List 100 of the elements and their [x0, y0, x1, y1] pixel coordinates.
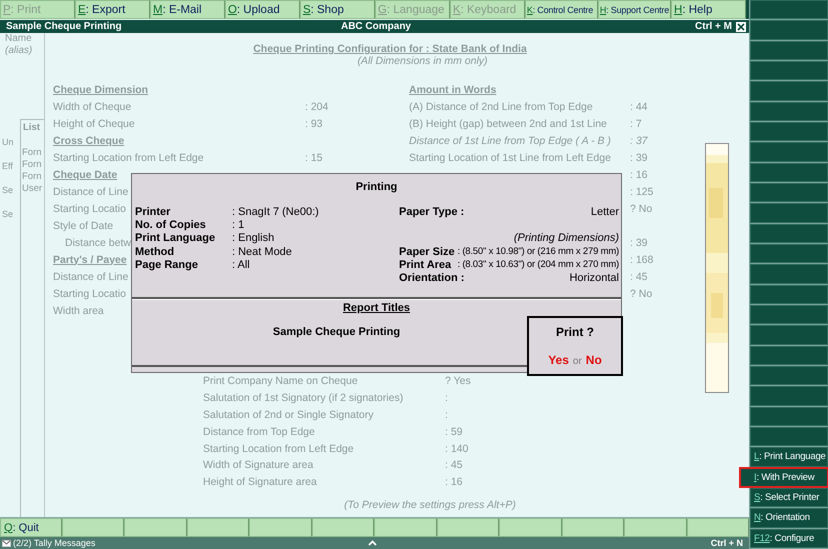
section-heading: Cross Cheque [53, 134, 124, 146]
list-item: Forn [21, 147, 42, 159]
toolbar-button[interactable]: H: Help [671, 0, 746, 19]
blank-key [62, 518, 124, 537]
shortcut-label: Ctrl + N [710, 538, 743, 548]
field-label: Starting Location from Left Edge [53, 152, 204, 164]
field-value: : 16 [630, 168, 648, 180]
setting-value: : All [232, 258, 251, 271]
field-value: : 45 [630, 270, 648, 282]
field-value: : 7 [630, 118, 642, 130]
blank-key [624, 518, 687, 537]
setting-label: Print Language [135, 232, 216, 244]
blank-key [374, 518, 437, 537]
envelope-icon[interactable] [2, 540, 11, 546]
field-label: (B) Height (gap) between 2nd and 1st Line [409, 118, 607, 130]
setting-value: Letter [590, 206, 619, 218]
section-heading: Party's / Payee [53, 254, 127, 266]
field-label: Width of Signature area [203, 459, 314, 472]
field-label: Se [2, 209, 14, 219]
or-text: or [572, 356, 582, 367]
report-title: Sample Cheque Printing [272, 326, 400, 338]
setting-value: : English [232, 232, 276, 244]
window-title: Sample Cheque Printing [6, 21, 123, 32]
field-label: Salutation of 2nd or Single Signatory [203, 408, 374, 421]
sidebar-button[interactable]: L: Print Language [750, 447, 828, 467]
company-name: ABC Company [340, 21, 411, 32]
note-text: (Printing Dimensions) [514, 232, 619, 244]
field-value: : 125 [630, 186, 654, 198]
shortcut-label: Ctrl + M [695, 21, 732, 32]
blank-key [186, 518, 250, 537]
list-item: User [21, 183, 42, 195]
field-label: (alias) [4, 45, 34, 57]
field-label: Width area [53, 304, 104, 316]
setting-value: Horizontal [569, 272, 619, 284]
hint-text: (To Preview the settings press Alt+P) [344, 498, 516, 511]
field-label: Style of Date [53, 220, 114, 232]
field-value: ? Yes [445, 375, 472, 388]
dialog-title: Printing [356, 181, 398, 193]
sidebar-button[interactable]: S: Select Printer [750, 488, 828, 508]
blank-key [312, 518, 374, 537]
sidebar-button[interactable]: N: Orientation [750, 508, 828, 528]
section-heading: Cheque Date [53, 168, 118, 180]
form-title: Cheque Printing Configuration for : State Bank of India [253, 43, 527, 55]
setting-label: Paper Type : [399, 206, 464, 218]
field-value: ? No [630, 202, 652, 214]
field-value: : 140 [445, 442, 470, 455]
sidebar-button[interactable]: I: With Preview [740, 468, 828, 487]
field-value: : [445, 392, 449, 404]
toolbar-button[interactable]: S: Shop [300, 0, 375, 19]
field-label: Name [4, 33, 33, 45]
field-value: : 37 [630, 134, 648, 146]
field-value: : [445, 408, 449, 421]
setting-label: Print Area [399, 258, 452, 271]
field-label: Width of Cheque [53, 100, 132, 112]
field-value: : 44 [630, 100, 648, 112]
field-label: Starting Locatio [53, 202, 126, 214]
toolbar-button[interactable]: H: Support Centre [598, 0, 672, 19]
setting-label: Printer [135, 206, 172, 218]
setting-label: No. of Copies [135, 218, 207, 231]
sidebar-button[interactable]: F12: Configure [750, 528, 828, 548]
list-item: Forn [21, 171, 42, 183]
field-label: Height of Cheque [53, 118, 135, 130]
list-item: Forn [21, 159, 42, 171]
field-label: Distance of Line [53, 270, 128, 282]
field-value: : 39 [630, 236, 648, 248]
blank-key [249, 518, 312, 537]
blank-key [686, 518, 749, 537]
field-label: Distance betw [64, 236, 131, 248]
field-label: Starting Location from Left Edge [203, 442, 355, 455]
messages-link[interactable]: (2/2) Tally Messages [13, 538, 96, 548]
toolbar-button[interactable]: O: Upload [224, 0, 300, 19]
field-value: : 93 [305, 118, 323, 130]
prompt-question: Print ? [556, 325, 594, 339]
field-value: : 204 [305, 100, 328, 112]
field-label: Print Company Name on Cheque [203, 375, 359, 388]
blank-key [562, 518, 624, 537]
field-label: Starting Location of 1st Line from Left Edge [409, 152, 611, 164]
setting-label: Paper Size [399, 246, 455, 258]
field-label: (A) Distance of 2nd Line from Top Edge [409, 100, 593, 112]
field-label: Salutation of 1st Signatory (if 2 signatories) [203, 392, 404, 404]
blank-key [436, 518, 500, 537]
close-icon[interactable] [736, 22, 746, 32]
blank-key [499, 518, 562, 537]
field-value: : 15 [305, 152, 323, 164]
field-value: : 168 [630, 254, 654, 266]
field-value: ? No [630, 288, 652, 300]
quit-button[interactable]: Q: Quit [0, 518, 62, 537]
caret-icon[interactable] [368, 540, 377, 546]
toolbar-button[interactable]: M: E-Mail [150, 0, 225, 19]
setting-value: : (8.50" x 10.98") or (216 mm x 279 mm) [457, 246, 619, 258]
setting-value: : Neat Mode [232, 246, 293, 258]
field-value: : 59 [445, 426, 464, 438]
toolbar-button[interactable]: E: Export [74, 0, 150, 19]
toolbar-button[interactable]: K: Control Centre [524, 0, 598, 19]
field-value: : 39 [630, 152, 648, 164]
setting-value: : SnagIt 7 (Ne00:) [232, 206, 320, 218]
field-value: : 45 [445, 459, 464, 472]
setting-label: Orientation : [399, 272, 464, 284]
field-label: Distance of 1st Line from Top Edge ( A - B ) [409, 134, 611, 146]
panel-title: List [22, 121, 40, 135]
